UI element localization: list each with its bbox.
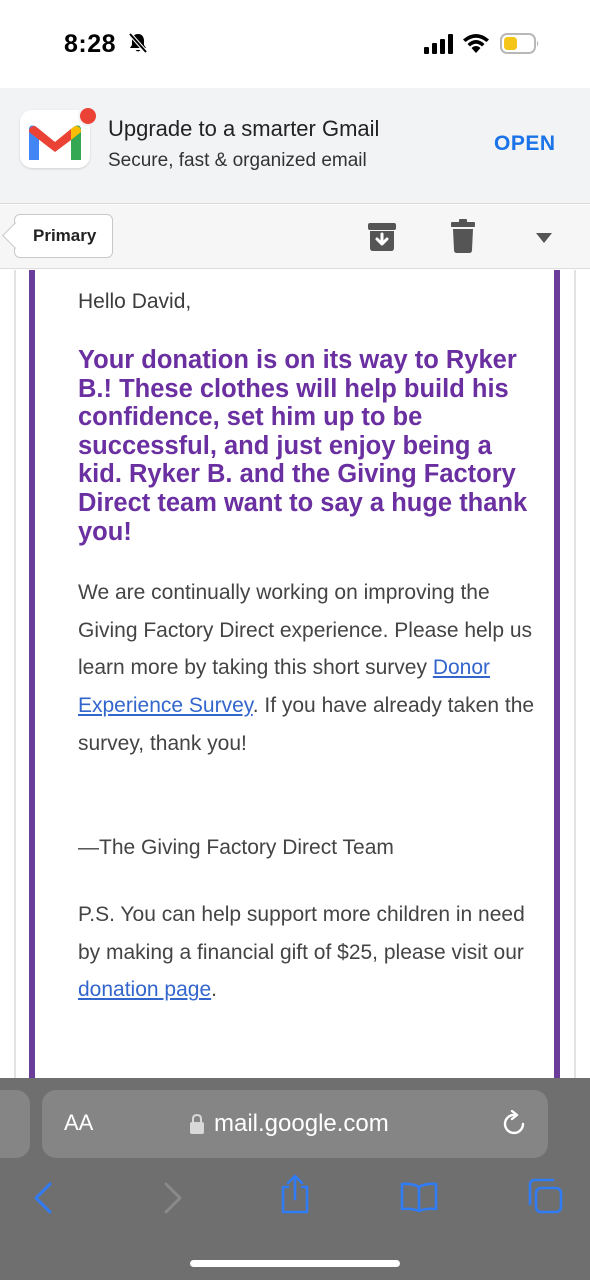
bookmarks-icon[interactable] <box>400 1182 438 1212</box>
status-bar: 8:28 <box>0 0 590 88</box>
ps-text-pre: P.S. You can help support more children … <box>78 903 525 964</box>
lock-icon <box>190 1114 204 1134</box>
primary-back-button[interactable]: Primary <box>14 214 114 258</box>
safari-toolbar: AA mail.google.com <box>0 1078 590 1280</box>
email-body: Hello David, Your donation is on its way… <box>0 270 590 1078</box>
ps-paragraph: P.S. You can help support more children … <box>78 896 548 1009</box>
ps-text-post: . <box>211 978 217 1002</box>
open-button[interactable]: OPEN <box>494 132 556 156</box>
survey-paragraph: We are continually working on improving … <box>78 574 548 763</box>
email-greeting: Hello David, <box>78 290 192 313</box>
share-icon[interactable] <box>280 1174 310 1214</box>
gmail-m-icon <box>29 125 81 160</box>
home-indicator <box>190 1260 400 1267</box>
purple-border-right <box>554 270 560 1078</box>
battery-icon <box>500 33 539 54</box>
trash-icon[interactable] <box>451 219 475 253</box>
chevron-down-icon[interactable] <box>536 233 552 243</box>
email-signoff: —The Giving Factory Direct Team <box>78 836 394 859</box>
frame-border-right <box>574 270 576 1078</box>
tabs-icon[interactable] <box>526 1178 564 1214</box>
bell-slash-icon <box>128 32 148 54</box>
reader-aa-button[interactable]: AA <box>64 1110 93 1136</box>
back-icon[interactable] <box>32 1182 54 1214</box>
mail-toolbar: Primary <box>0 205 590 269</box>
email-headline: Your donation is on its way to Ryker B.!… <box>78 346 528 546</box>
forward-icon[interactable] <box>162 1182 184 1214</box>
previous-tab-stub[interactable] <box>0 1090 30 1158</box>
purple-border-left <box>29 270 35 1078</box>
donation-page-link[interactable]: donation page <box>78 978 211 1001</box>
banner-title: Upgrade to a smarter Gmail <box>108 116 380 141</box>
wifi-icon <box>463 34 489 53</box>
status-time: 8:28 <box>64 30 117 58</box>
signal-icon <box>424 34 453 54</box>
frame-border-left <box>14 270 16 1078</box>
url-text[interactable]: mail.google.com <box>214 1110 389 1138</box>
archive-icon[interactable] <box>366 221 398 253</box>
reload-icon[interactable] <box>502 1110 528 1138</box>
notification-dot <box>78 106 98 126</box>
banner-subtitle: Secure, fast & organized email <box>108 150 367 171</box>
address-bar[interactable]: AA mail.google.com <box>42 1090 548 1158</box>
